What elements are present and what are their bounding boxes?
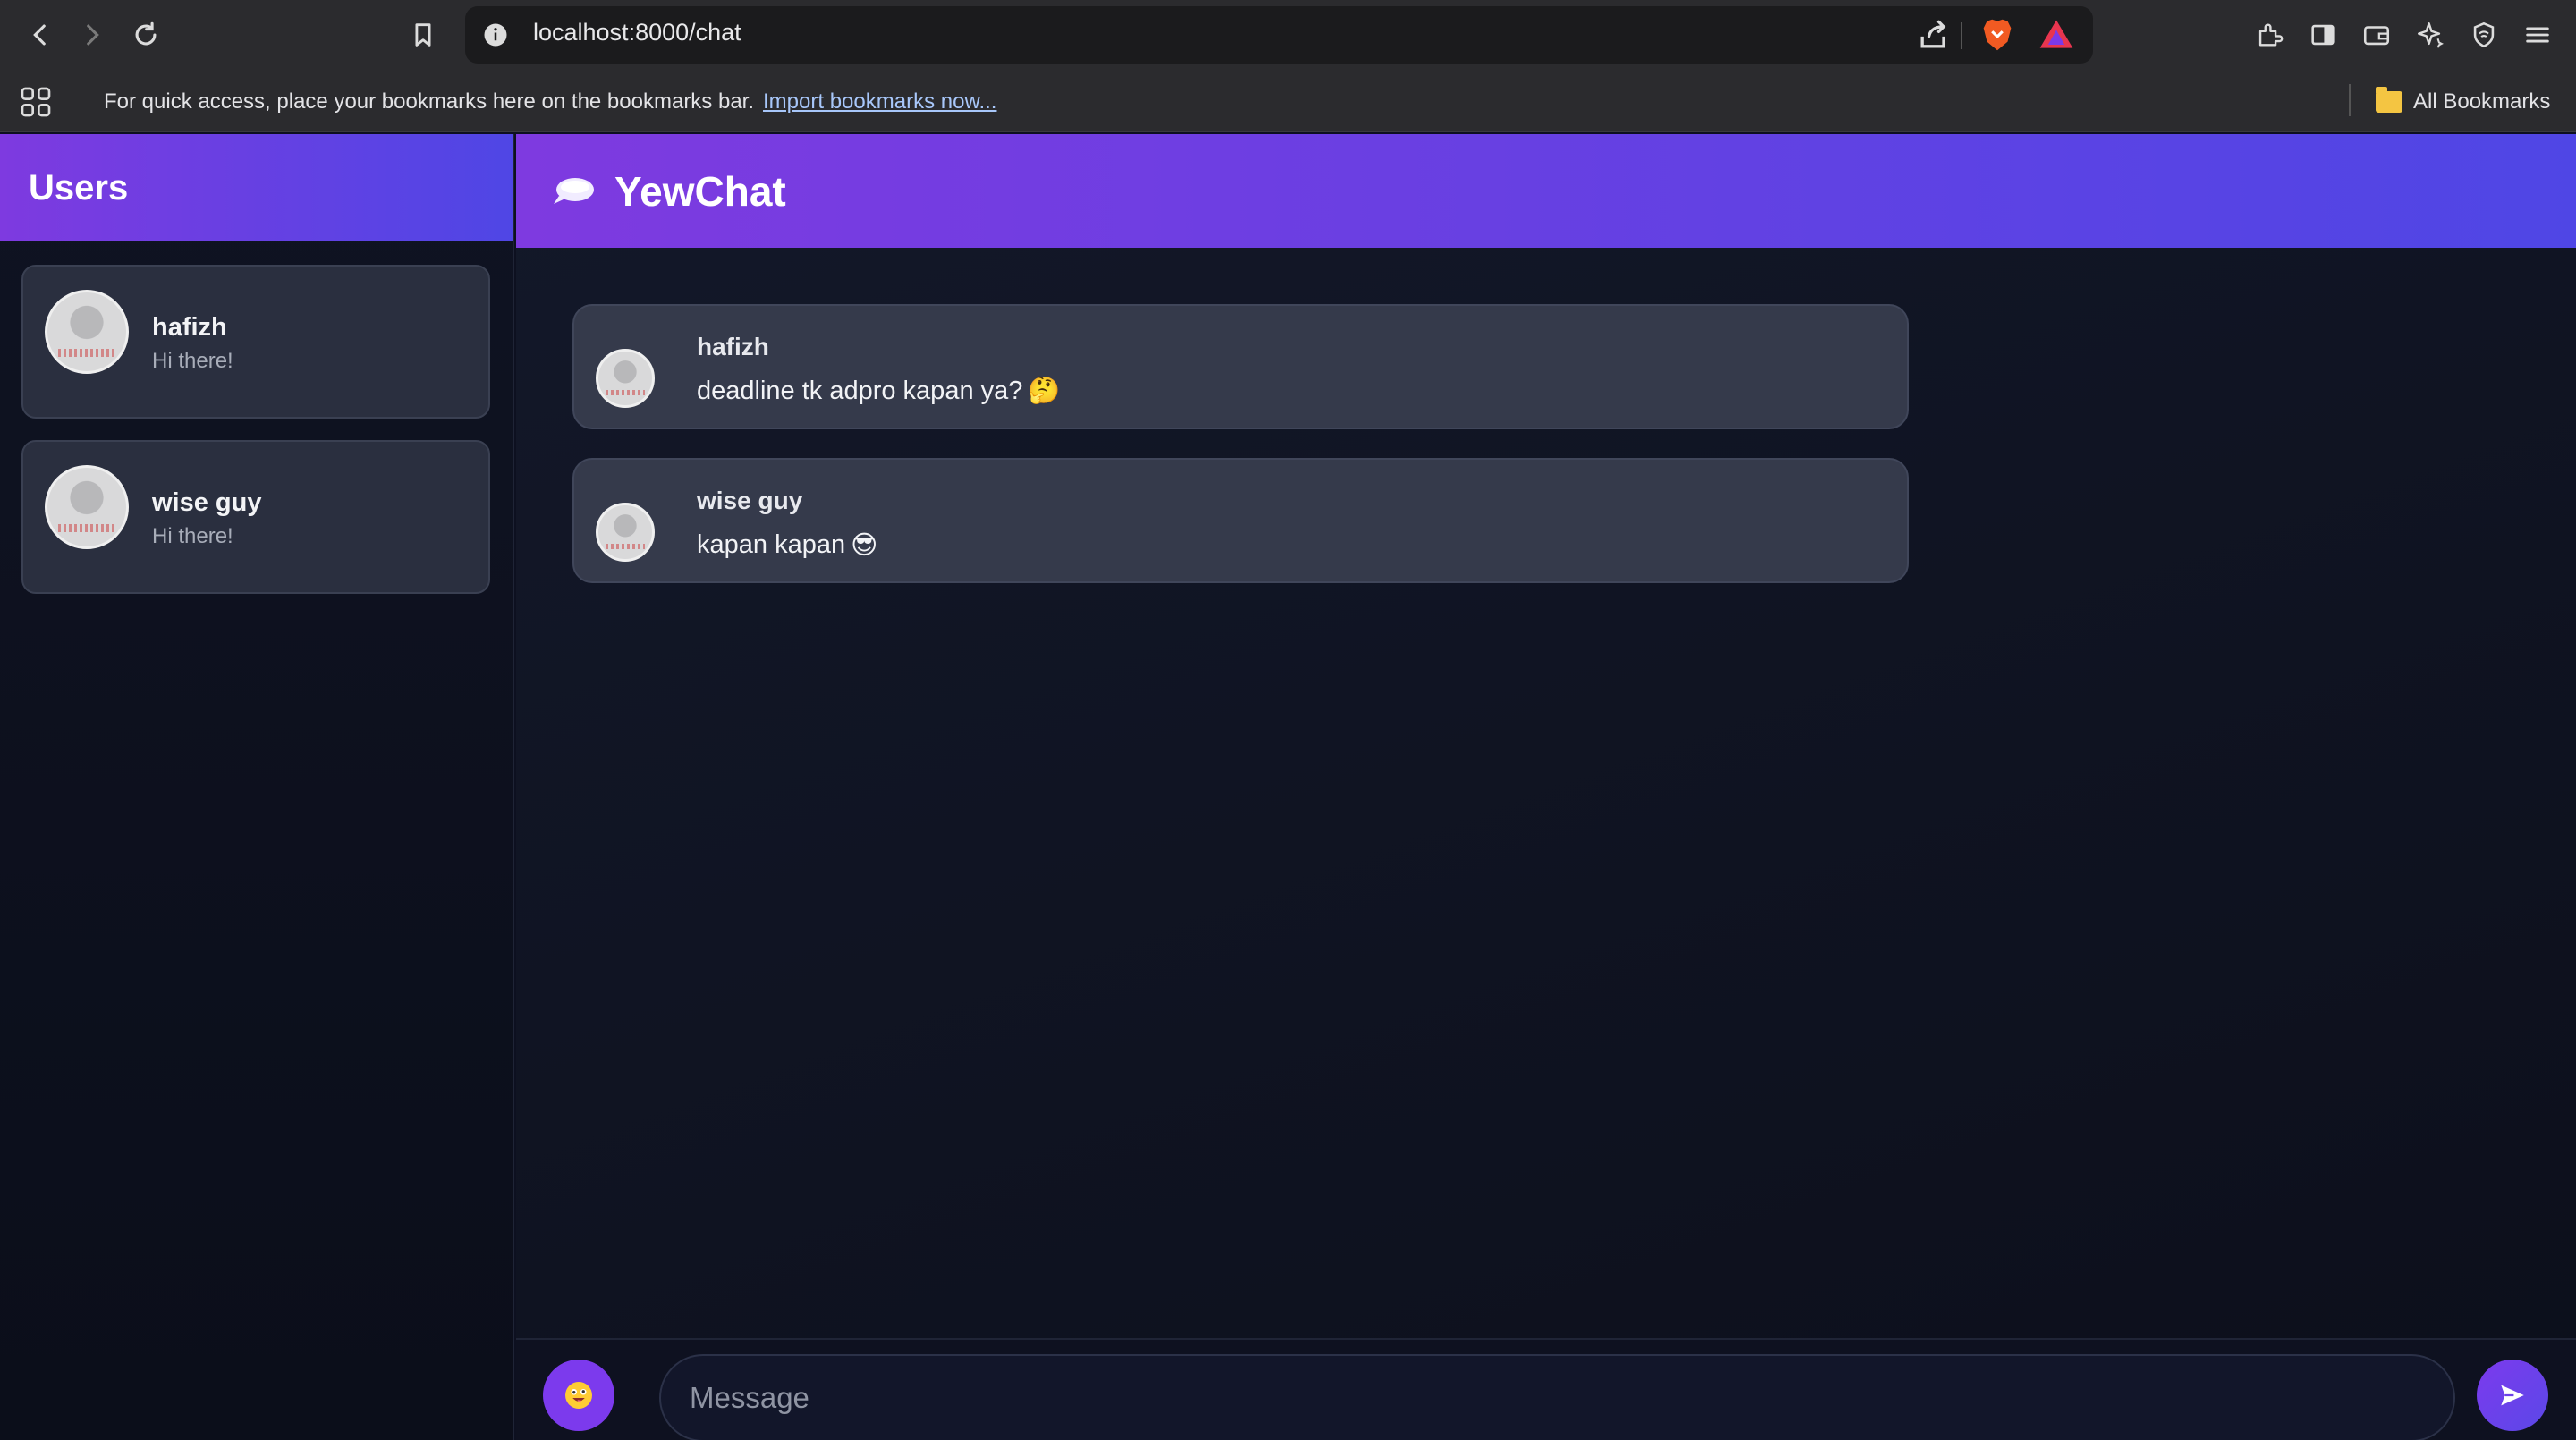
send-icon: [2501, 1385, 2524, 1406]
bookmarks-hint: For quick access, place your bookmarks h…: [104, 89, 996, 114]
sidebar-header: Users: [0, 134, 513, 241]
all-bookmarks-button[interactable]: All Bookmarks: [2376, 86, 2550, 118]
vpn-shield-icon[interactable]: [2462, 13, 2506, 57]
share-icon[interactable]: [1914, 15, 1953, 55]
message-sender: hafizh: [697, 333, 769, 360]
avatar: [45, 290, 129, 374]
bookmarks-divider: [2349, 84, 2351, 116]
message-text: kapan kapan 😎: [697, 529, 877, 561]
message-bubble: wise guy kapan kapan 😎: [572, 458, 1909, 583]
message-body: deadline tk adpro kapan ya?: [697, 376, 1023, 405]
message-input[interactable]: [659, 1354, 2455, 1440]
emoji-face-icon: [565, 1382, 592, 1409]
reload-icon[interactable]: [123, 13, 168, 57]
sidebar-title: Users: [29, 167, 129, 208]
avatar: [596, 503, 655, 562]
back-icon[interactable]: [18, 13, 63, 57]
user-name: wise guy: [152, 488, 262, 517]
user-card-wise-guy[interactable]: wise guy Hi there!: [21, 440, 490, 594]
url-separator: [1961, 22, 1962, 49]
thinking-emoji-icon: 🤔: [1028, 377, 1061, 405]
site-info-icon[interactable]: [478, 17, 513, 53]
message-bubble: hafizh deadline tk adpro kapan ya? 🤔: [572, 304, 1909, 429]
browser-toolbar: localhost:8000/chat: [0, 0, 2576, 70]
bookmarks-bar: For quick access, place your bookmarks h…: [0, 70, 2576, 132]
wallet-icon[interactable]: [2354, 13, 2399, 57]
brave-shields-icon[interactable]: [1977, 13, 2018, 56]
message-sender: wise guy: [697, 487, 803, 514]
leo-ai-icon[interactable]: [2408, 13, 2453, 57]
menu-icon[interactable]: [2515, 13, 2560, 57]
forward-icon[interactable]: [70, 13, 114, 57]
avatar: [596, 349, 655, 408]
extensions-icon[interactable]: [2247, 13, 2292, 57]
chat-title: YewChat: [614, 167, 786, 215]
user-status: Hi there!: [152, 524, 233, 548]
bookmark-icon[interactable]: [401, 13, 445, 57]
sidebar-toggle-icon[interactable]: [2301, 13, 2345, 57]
user-card-hafizh[interactable]: hafizh Hi there!: [21, 265, 490, 419]
folder-icon: [2376, 87, 2402, 113]
bookmarks-message: For quick access, place your bookmarks h…: [104, 89, 755, 114]
brave-rewards-icon[interactable]: [2036, 15, 2077, 55]
user-status: Hi there!: [152, 349, 233, 373]
speech-bubble-icon: [552, 176, 595, 207]
apps-grid-icon[interactable]: [18, 84, 54, 120]
send-button[interactable]: [2477, 1360, 2548, 1431]
users-sidebar: Users hafizh Hi there! wise guy Hi there…: [0, 134, 514, 1440]
emoji-picker-button[interactable]: [543, 1360, 614, 1431]
url-text[interactable]: localhost:8000/chat: [533, 19, 741, 47]
sunglasses-emoji-icon: 😎: [851, 531, 878, 560]
message-composer: [516, 1338, 2576, 1440]
all-bookmarks-label: All Bookmarks: [2413, 89, 2551, 114]
avatar: [45, 465, 129, 549]
chat-header: YewChat: [516, 134, 2576, 248]
import-bookmarks-link[interactable]: Import bookmarks now...: [763, 89, 996, 114]
message-text: deadline tk adpro kapan ya? 🤔: [697, 376, 1061, 406]
user-name: hafizh: [152, 313, 227, 342]
address-bar[interactable]: localhost:8000/chat: [465, 6, 2093, 64]
chat-panel: YewChat hafizh deadline tk adpro kapan y…: [516, 134, 2576, 1440]
message-body: kapan kapan: [697, 530, 846, 559]
